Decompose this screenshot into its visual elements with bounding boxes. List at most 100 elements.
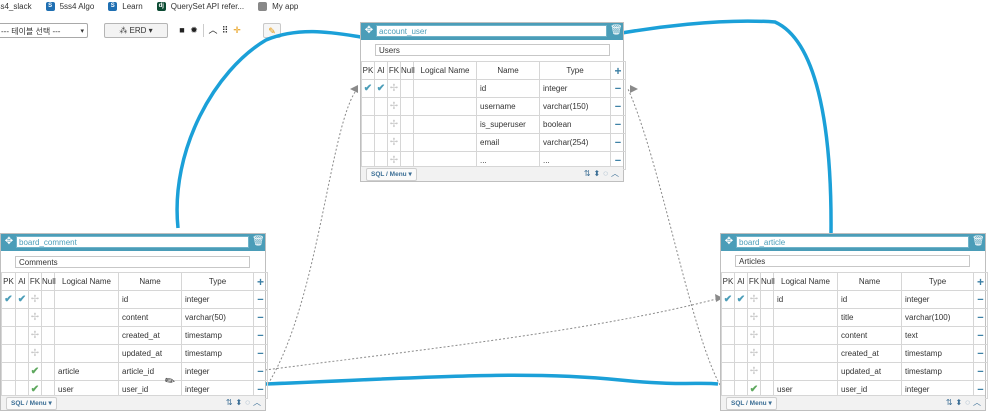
- table-row[interactable]: ✔ ✔ ✢ id integer −: [1, 290, 268, 309]
- add-column-icon[interactable]: +: [973, 272, 988, 291]
- table-logical-name-field[interactable]: Users: [375, 44, 610, 56]
- column-type-cell[interactable]: text: [901, 326, 974, 345]
- null-checkbox[interactable]: [400, 133, 414, 152]
- fk-cell[interactable]: ✢: [747, 308, 761, 327]
- fk-cell[interactable]: ✢: [387, 97, 401, 116]
- column-name-cell[interactable]: content: [837, 326, 902, 345]
- logical-name-cell[interactable]: [413, 133, 477, 152]
- trash-icon[interactable]: 🗑: [252, 236, 265, 248]
- null-checkbox[interactable]: [41, 326, 55, 345]
- column-type-cell[interactable]: varchar(150): [539, 97, 611, 116]
- table-row[interactable]: ✢ created_at timestamp −: [721, 344, 988, 363]
- ai-checkbox[interactable]: [734, 326, 748, 345]
- ai-checkbox[interactable]: [15, 326, 29, 345]
- ai-checkbox[interactable]: [734, 344, 748, 363]
- null-checkbox[interactable]: [760, 362, 774, 381]
- null-checkbox[interactable]: [41, 362, 55, 381]
- reorder-icon[interactable]: ⬍: [956, 397, 963, 409]
- null-checkbox[interactable]: [41, 290, 55, 309]
- add-column-icon[interactable]: +: [610, 61, 626, 80]
- fk-cell[interactable]: ✢: [747, 290, 761, 309]
- ai-checkbox[interactable]: [374, 97, 388, 116]
- collapse-icon[interactable]: ︿: [253, 397, 261, 409]
- column-name-cell[interactable]: content: [118, 308, 182, 327]
- pk-checkbox[interactable]: [1, 344, 16, 363]
- pk-checkbox[interactable]: [1, 326, 16, 345]
- table-row[interactable]: ✔ ✔ ✢ id id integer −: [721, 290, 988, 309]
- fk-cell[interactable]: ✢: [28, 344, 42, 363]
- column-type-cell[interactable]: integer: [181, 362, 254, 381]
- logical-name-cell[interactable]: [413, 97, 477, 116]
- logical-name-cell[interactable]: [773, 308, 838, 327]
- logical-name-cell[interactable]: id: [773, 290, 838, 309]
- ai-checkbox[interactable]: [374, 115, 388, 134]
- null-checkbox[interactable]: [760, 290, 774, 309]
- reorder-icon[interactable]: ⬍: [594, 168, 601, 180]
- move-icon[interactable]: ✥: [363, 25, 375, 37]
- null-checkbox[interactable]: [400, 115, 414, 134]
- column-type-cell[interactable]: integer: [539, 79, 611, 98]
- pk-checkbox[interactable]: [361, 133, 375, 152]
- column-type-cell[interactable]: varchar(254): [539, 133, 611, 152]
- remove-column-icon[interactable]: −: [253, 308, 268, 327]
- column-name-cell[interactable]: title: [837, 308, 902, 327]
- pk-checkbox[interactable]: [721, 308, 735, 327]
- column-name-cell[interactable]: id: [837, 290, 902, 309]
- column-type-cell[interactable]: timestamp: [181, 326, 254, 345]
- ai-checkbox[interactable]: [15, 362, 29, 381]
- table-account-user[interactable]: ✥ account_user 🗑 Users PK AI FK Null Log…: [360, 22, 626, 182]
- table-row[interactable]: ✢ content text −: [721, 326, 988, 345]
- fk-cell[interactable]: ✢: [747, 362, 761, 381]
- fk-cell[interactable]: ✢: [28, 326, 42, 345]
- ai-checkbox[interactable]: [734, 362, 748, 381]
- reorder-icon[interactable]: ⬍: [236, 397, 243, 409]
- table-row[interactable]: ✔ article article_id integer −: [1, 362, 268, 381]
- table-row[interactable]: ✔ ✔ ✢ id integer −: [361, 79, 626, 98]
- collapse-icon[interactable]: ︿: [973, 397, 981, 409]
- null-checkbox[interactable]: [41, 344, 55, 363]
- column-name-cell[interactable]: created_at: [837, 344, 902, 363]
- fk-cell[interactable]: ✔: [28, 362, 42, 381]
- null-checkbox[interactable]: [400, 79, 414, 98]
- pk-checkbox[interactable]: [1, 308, 16, 327]
- remove-column-icon[interactable]: −: [973, 308, 988, 327]
- pk-checkbox[interactable]: ✔: [1, 290, 16, 309]
- fk-cell[interactable]: ✢: [28, 308, 42, 327]
- logical-name-cell[interactable]: [54, 308, 119, 327]
- remove-column-icon[interactable]: −: [973, 362, 988, 381]
- ai-checkbox[interactable]: ✔: [734, 290, 748, 309]
- collapse-icon[interactable]: ︿: [611, 168, 619, 180]
- remove-column-icon[interactable]: −: [610, 133, 626, 152]
- column-name-cell[interactable]: updated_at: [118, 344, 182, 363]
- table-row[interactable]: ✢ is_superuser boolean −: [361, 115, 626, 134]
- column-name-cell[interactable]: id: [118, 290, 182, 309]
- fk-cell[interactable]: ✢: [387, 133, 401, 152]
- table-name-field[interactable]: board_comment: [16, 236, 249, 248]
- remove-column-icon[interactable]: −: [973, 344, 988, 363]
- null-checkbox[interactable]: [760, 308, 774, 327]
- sql-menu-button[interactable]: SQL / Menu ▾: [726, 397, 777, 410]
- null-checkbox[interactable]: [400, 97, 414, 116]
- sort-icon[interactable]: ⇅: [226, 397, 233, 409]
- remove-column-icon[interactable]: −: [253, 362, 268, 381]
- remove-column-icon[interactable]: −: [610, 79, 626, 98]
- comment-icon[interactable]: ◌: [603, 168, 608, 180]
- logical-name-cell[interactable]: [773, 344, 838, 363]
- table-row[interactable]: ✢ updated_at timestamp −: [1, 344, 268, 363]
- pk-checkbox[interactable]: [721, 326, 735, 345]
- sql-menu-button[interactable]: SQL / Menu ▾: [366, 168, 417, 181]
- column-type-cell[interactable]: boolean: [539, 115, 611, 134]
- table-row[interactable]: ✢ email varchar(254) −: [361, 133, 626, 152]
- fk-cell[interactable]: ✢: [747, 326, 761, 345]
- table-name-field[interactable]: board_article: [736, 236, 969, 248]
- ai-checkbox[interactable]: ✔: [15, 290, 29, 309]
- pk-checkbox[interactable]: [721, 344, 735, 363]
- move-icon[interactable]: ✥: [3, 236, 15, 248]
- fk-cell[interactable]: ✢: [28, 290, 42, 309]
- move-icon[interactable]: ✥: [723, 236, 735, 248]
- column-type-cell[interactable]: timestamp: [901, 344, 974, 363]
- ai-checkbox[interactable]: [15, 308, 29, 327]
- remove-column-icon[interactable]: −: [610, 115, 626, 134]
- pk-checkbox[interactable]: [361, 115, 375, 134]
- column-name-cell[interactable]: updated_at: [837, 362, 902, 381]
